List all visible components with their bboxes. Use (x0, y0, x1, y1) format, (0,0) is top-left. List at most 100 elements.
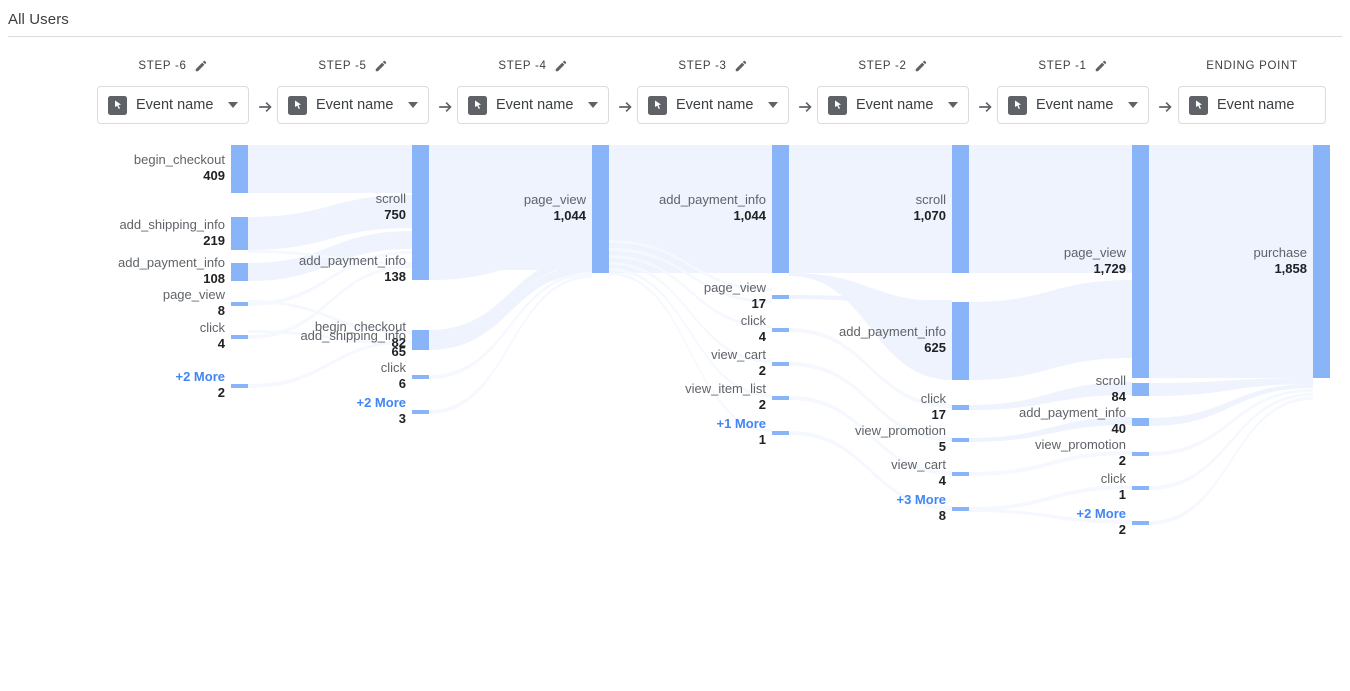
sankey-link[interactable] (789, 295, 952, 306)
pencil-icon[interactable] (1094, 59, 1108, 73)
node-label: click 4 (200, 320, 225, 352)
segment-title: All Users (8, 11, 69, 28)
sankey-node-step-5-2[interactable] (412, 330, 429, 342)
sankey-link[interactable] (429, 275, 592, 414)
dimension-dropdown-step-3[interactable]: Event name (637, 86, 789, 124)
node-label: page_view 1,729 (1064, 245, 1126, 277)
pencil-icon[interactable] (194, 59, 208, 73)
node-name: page_view (1063, 244, 1126, 260)
sankey-node-step-5-0[interactable] (412, 145, 429, 270)
dimension-dropdown-ending-point[interactable]: Event name (1178, 86, 1326, 124)
sankey-node-step-2-3[interactable] (952, 438, 969, 442)
sankey-node-step-3-1[interactable] (772, 295, 789, 299)
pencil-icon[interactable] (554, 59, 568, 73)
sankey-link[interactable] (1149, 378, 1313, 396)
more-link[interactable]: +2 More (1077, 506, 1127, 522)
node-label[interactable]: +2 More 2 (1077, 506, 1127, 538)
more-link[interactable]: +3 More (897, 492, 947, 508)
sankey-node-step-3-5[interactable] (772, 431, 789, 435)
sankey-node-step-5-3[interactable] (412, 340, 429, 350)
sankey-link[interactable] (429, 265, 592, 350)
sankey-link[interactable] (429, 232, 592, 280)
dimension-value: Event name (316, 97, 394, 113)
sankey-node-step-6-1[interactable] (231, 217, 248, 250)
node-label[interactable]: +2 More 3 (357, 395, 407, 427)
sankey-node-step-1-0[interactable] (1132, 145, 1149, 378)
node-name: add_payment_info (118, 255, 225, 270)
sankey-node-step-6-2[interactable] (231, 263, 248, 281)
sankey-node-step-6-0[interactable] (231, 145, 248, 193)
node-name: scroll (1095, 372, 1126, 388)
chevron-down-icon[interactable] (588, 102, 598, 108)
sankey-link[interactable] (1149, 384, 1313, 426)
sankey-link[interactable] (248, 145, 412, 193)
sankey-link[interactable] (1149, 393, 1313, 490)
sankey-node-step-2-2[interactable] (952, 405, 969, 410)
sankey-link[interactable] (1149, 397, 1313, 525)
sankey-link[interactable] (429, 272, 592, 379)
node-label: add_shipping_info 65 (300, 328, 406, 360)
sankey-node-step-5-1[interactable] (412, 260, 429, 280)
node-label[interactable]: +3 More 8 (897, 492, 947, 524)
sankey-node-step-4-0[interactable] (592, 145, 609, 273)
sankey-node-step-2-5[interactable] (952, 507, 969, 511)
node-name: click (380, 360, 406, 375)
node-value: 2 (1118, 522, 1126, 537)
dimension-value: Event name (676, 97, 754, 113)
dimension-dropdown-step-5[interactable]: Event name (277, 86, 429, 124)
step-header-step-4: STEP -4 (457, 58, 609, 74)
sankey-node-step-1-2[interactable] (1132, 418, 1149, 426)
node-label: scroll 84 (1096, 373, 1126, 405)
sankey-node-step-6-4[interactable] (231, 335, 248, 339)
node-value: 138 (384, 269, 406, 284)
dimension-dropdown-step-4[interactable]: Event name (457, 86, 609, 124)
chevron-down-icon[interactable] (948, 102, 958, 108)
sankey-link[interactable] (429, 255, 592, 342)
more-link[interactable]: +2 More (357, 395, 407, 411)
node-label[interactable]: +2 More 2 (176, 369, 226, 401)
node-value: 2 (1118, 453, 1126, 468)
sankey-node-step-3-0[interactable] (772, 145, 789, 273)
sankey-node-step-2-1[interactable] (952, 302, 969, 380)
node-value: 625 (924, 340, 946, 355)
sankey-node-step-1-5[interactable] (1132, 521, 1149, 525)
chevron-down-icon[interactable] (408, 102, 418, 108)
chevron-down-icon[interactable] (228, 102, 238, 108)
more-link[interactable]: +2 More (176, 369, 226, 385)
pencil-icon[interactable] (914, 59, 928, 73)
more-link[interactable]: +1 More (717, 416, 767, 432)
chevron-down-icon[interactable] (768, 102, 778, 108)
pencil-icon[interactable] (734, 59, 748, 73)
sankey-link[interactable] (969, 280, 1132, 380)
sankey-node-step-2-4[interactable] (952, 472, 969, 476)
dimension-dropdown-step-6[interactable]: Event name (97, 86, 249, 124)
node-name: add_payment_info (299, 253, 406, 268)
sankey-node-step-6-5[interactable] (231, 384, 248, 388)
sankey-node-step-1-4[interactable] (1132, 486, 1149, 490)
node-label: view_cart 2 (711, 347, 766, 379)
sankey-node-step-1-1[interactable] (1132, 383, 1149, 396)
sankey-node-step-2-0[interactable] (952, 145, 969, 273)
sankey-node-step-3-4[interactable] (772, 396, 789, 400)
node-label[interactable]: +1 More 1 (717, 416, 767, 448)
sankey-link[interactable] (1149, 389, 1313, 456)
sankey-node-step-3-2[interactable] (772, 328, 789, 332)
dimension-dropdown-step-2[interactable]: Event name (817, 86, 969, 124)
cursor-select-icon (288, 95, 307, 115)
chevron-down-icon[interactable] (1128, 102, 1138, 108)
step-column-step-4: STEP -4 Event name (457, 58, 609, 124)
pencil-icon[interactable] (374, 59, 388, 73)
sankey-node-step-1-3[interactable] (1132, 452, 1149, 456)
node-value: 5 (938, 439, 946, 454)
sankey-node-step-5-4[interactable] (412, 375, 429, 379)
sankey-node-step-6-3[interactable] (231, 302, 248, 306)
cursor-select-icon (648, 95, 667, 115)
sankey-node-ending-point-0[interactable] (1313, 145, 1330, 378)
node-name: page_view (162, 287, 225, 302)
sankey-node-step-3-3[interactable] (772, 362, 789, 366)
dimension-value: Event name (856, 97, 934, 113)
sankey-node-step-5-5[interactable] (412, 410, 429, 414)
dimension-dropdown-step-1[interactable]: Event name (997, 86, 1149, 124)
node-value: 1,070 (913, 208, 946, 223)
node-value: 1,044 (733, 208, 766, 223)
